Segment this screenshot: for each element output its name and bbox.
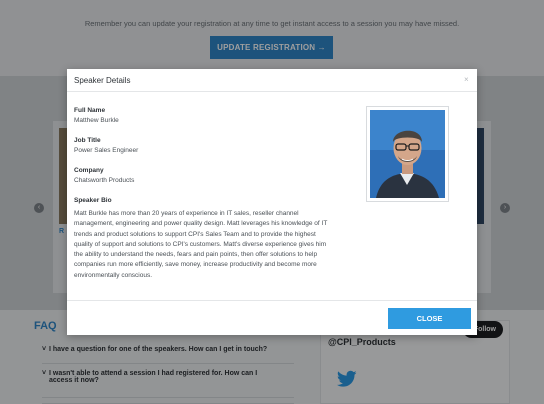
speaker-bio-label: Speaker Bio (74, 197, 112, 204)
speaker-details-modal: Speaker Details × Full Name Matthew Burk… (67, 69, 477, 335)
modal-footer-divider (67, 300, 477, 301)
job-title-value: Power Sales Engineer (74, 147, 139, 154)
close-icon[interactable]: × (464, 75, 469, 84)
modal-header: Speaker Details × (67, 69, 477, 92)
full-name-value: Matthew Burkle (74, 117, 119, 124)
speaker-photo (370, 110, 445, 198)
speaker-bio-text: Matt Burkle has more than 20 years of ex… (74, 210, 328, 279)
close-button[interactable]: CLOSE (388, 308, 471, 329)
speaker-photo-frame (366, 106, 449, 202)
modal-title: Speaker Details (74, 76, 131, 85)
full-name-label: Full Name (74, 107, 106, 114)
company-value: Chatsworth Products (74, 177, 135, 184)
company-label: Company (74, 167, 104, 174)
job-title-label: Job Title (74, 137, 101, 144)
